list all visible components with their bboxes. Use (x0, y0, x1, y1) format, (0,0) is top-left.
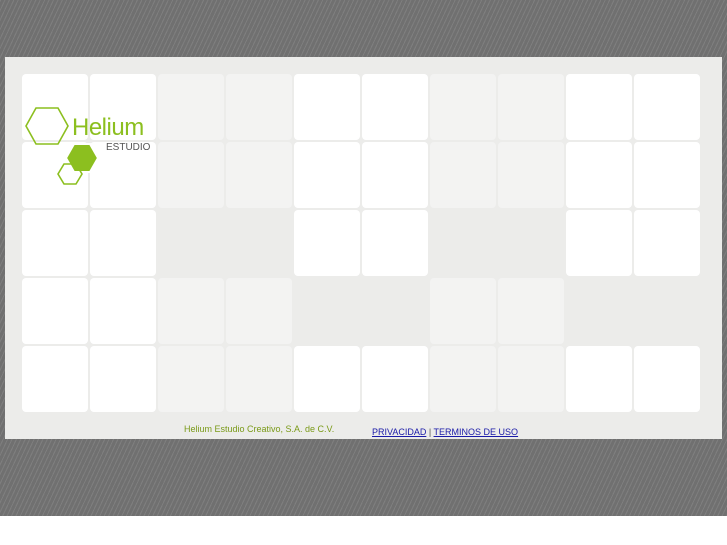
grid-tile (90, 278, 156, 344)
grid-tile (294, 210, 360, 276)
grid-tile (430, 142, 496, 208)
grid-tile (22, 210, 88, 276)
grid-tile (498, 74, 564, 140)
grid-tile (226, 142, 292, 208)
grid-tile (634, 346, 700, 412)
grid-tile (362, 278, 428, 344)
terms-link[interactable]: TERMINOS DE USO (434, 427, 519, 437)
grid-tile (566, 142, 632, 208)
grid-tile (362, 74, 428, 140)
grid-tile (158, 278, 224, 344)
grid-tile (498, 142, 564, 208)
grid-tile (226, 346, 292, 412)
grid-tile (294, 74, 360, 140)
grid-tile (158, 346, 224, 412)
grid-tile (634, 278, 700, 344)
grid-tile (498, 210, 564, 276)
grid-tile (158, 74, 224, 140)
grid-tile (90, 346, 156, 412)
grid-tile (362, 210, 428, 276)
grid-tile (226, 74, 292, 140)
grid-tile (294, 346, 360, 412)
logo-subtitle: ESTUDIO (106, 142, 151, 153)
grid-tile (430, 346, 496, 412)
grid-tile (566, 74, 632, 140)
grid-tile (634, 74, 700, 140)
grid-tile (158, 142, 224, 208)
grid-tile (90, 210, 156, 276)
grid-tile (430, 210, 496, 276)
footer-company-name: Helium Estudio Creativo, S.A. de C.V. (184, 424, 335, 434)
logo-wordmark: Helium (72, 114, 144, 141)
grid-tile (226, 210, 292, 276)
grid-tile (158, 210, 224, 276)
grid-tile (22, 278, 88, 344)
footer-separator: | (428, 427, 432, 437)
grid-tile (498, 346, 564, 412)
grid-tile (294, 142, 360, 208)
helium-logo[interactable]: Helium ESTUDIO (24, 104, 156, 188)
grid-tile (566, 210, 632, 276)
grid-tile (634, 142, 700, 208)
grid-tile (362, 142, 428, 208)
grid-tile (634, 210, 700, 276)
grid-tile (22, 346, 88, 412)
grid-tile (566, 346, 632, 412)
grid-tile (294, 278, 360, 344)
grid-tile (362, 346, 428, 412)
privacy-link[interactable]: PRIVACIDAD (372, 427, 426, 437)
grid-tile (430, 74, 496, 140)
grid-tile (498, 278, 564, 344)
grid-tile (566, 278, 632, 344)
grid-tile (430, 278, 496, 344)
grid-tile (226, 278, 292, 344)
footer-links: PRIVACIDAD | TERMINOS DE USO (372, 427, 518, 437)
